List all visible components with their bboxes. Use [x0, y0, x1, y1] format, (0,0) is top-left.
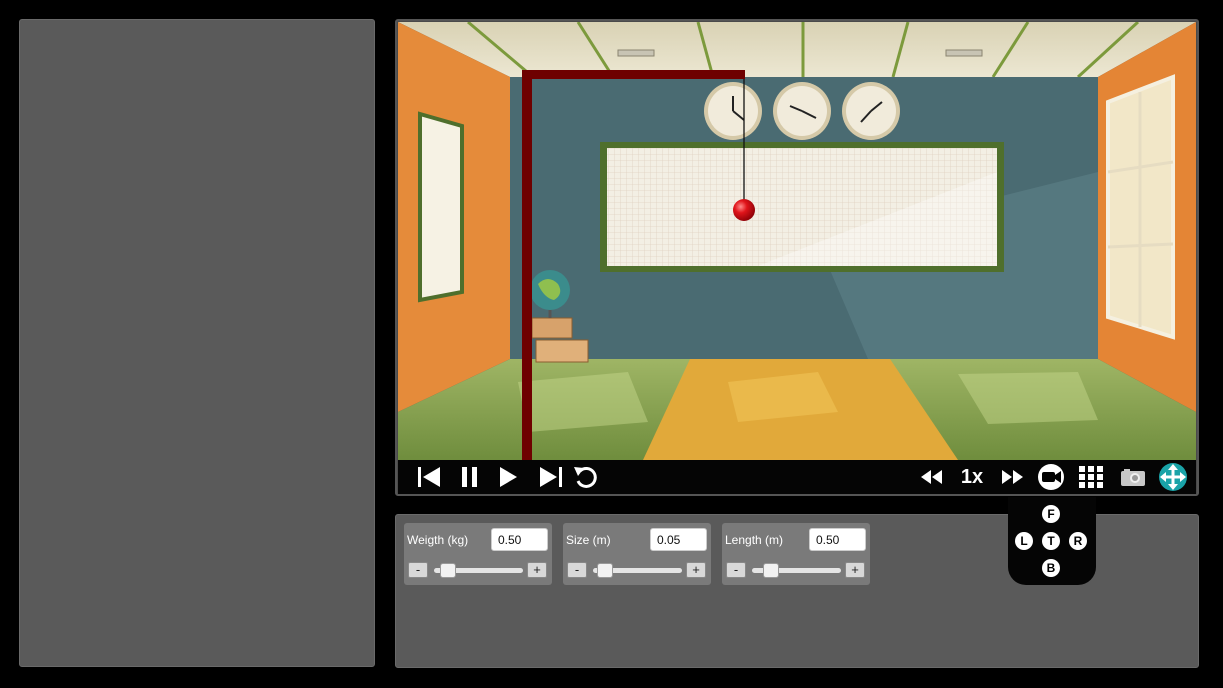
weight-label: Weigth (kg) — [407, 533, 469, 547]
classroom-scene — [398, 22, 1196, 460]
length-label: Length (m) — [725, 533, 784, 547]
ceiling — [398, 22, 1196, 77]
pause-button[interactable] — [456, 463, 484, 491]
move-button[interactable] — [1156, 463, 1190, 491]
move-arrows-icon — [1159, 463, 1187, 491]
screenshot-button[interactable] — [1118, 463, 1148, 491]
size-slider-thumb[interactable] — [597, 563, 613, 578]
length-input[interactable] — [809, 528, 866, 551]
weight-control: Weigth (kg) - + — [404, 523, 552, 585]
grid-button[interactable] — [1076, 463, 1106, 491]
reset-icon — [574, 466, 597, 488]
playback-toolbar: 1x — [398, 460, 1196, 494]
pendulum-bob — [733, 199, 755, 221]
back-view-button[interactable]: B — [1042, 559, 1060, 577]
weight-decrease-button[interactable]: - — [408, 562, 428, 578]
length-control: Length (m) - + — [722, 523, 870, 585]
size-increase-button[interactable]: + — [686, 562, 706, 578]
play-button[interactable] — [494, 463, 522, 491]
size-input[interactable] — [650, 528, 707, 551]
reset-button[interactable] — [570, 463, 600, 491]
camera-view-pad: F L T R B — [1008, 497, 1096, 585]
right-view-button[interactable]: R — [1069, 532, 1087, 550]
camera-button[interactable] — [1036, 463, 1066, 491]
simulation-viewport[interactable] — [398, 22, 1196, 460]
weight-slider-thumb[interactable] — [440, 563, 456, 578]
speed-indicator[interactable]: 1x — [954, 463, 990, 491]
pendulum-frame-beam — [522, 70, 745, 79]
step-forward-icon — [540, 467, 562, 487]
skip-to-start-button[interactable] — [414, 463, 444, 491]
pendulum-frame-post — [522, 70, 532, 460]
left-panel — [19, 19, 375, 667]
step-forward-button[interactable] — [536, 463, 566, 491]
weight-input[interactable] — [491, 528, 548, 551]
weight-increase-button[interactable]: + — [527, 562, 547, 578]
length-increase-button[interactable]: + — [845, 562, 865, 578]
play-icon — [500, 467, 517, 487]
size-decrease-button[interactable]: - — [567, 562, 587, 578]
fast-forward-button[interactable] — [998, 463, 1026, 491]
grid-icon — [1079, 466, 1103, 488]
left-view-button[interactable]: L — [1015, 532, 1033, 550]
rewind-button[interactable] — [918, 463, 946, 491]
rewind-icon — [921, 470, 942, 484]
fast-forward-icon — [1002, 470, 1023, 484]
size-control: Size (m) - + — [563, 523, 711, 585]
length-decrease-button[interactable]: - — [726, 562, 746, 578]
length-slider-thumb[interactable] — [763, 563, 779, 578]
top-view-button[interactable]: T — [1042, 532, 1060, 550]
pause-icon — [462, 467, 477, 487]
skip-back-icon — [418, 467, 440, 487]
photo-camera-icon — [1121, 469, 1145, 486]
front-view-button[interactable]: F — [1042, 505, 1060, 523]
size-label: Size (m) — [566, 533, 611, 547]
wall-clocks — [704, 82, 900, 140]
video-camera-icon — [1038, 464, 1064, 490]
